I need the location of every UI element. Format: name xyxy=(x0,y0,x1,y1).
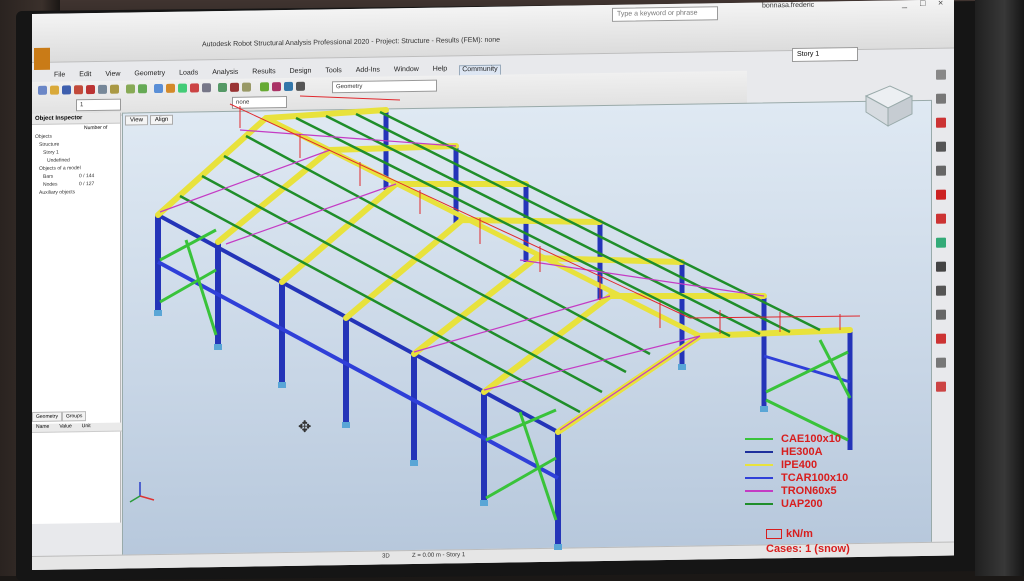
offset-icon[interactable] xyxy=(936,237,946,248)
print-icon[interactable] xyxy=(74,85,83,95)
beam-icon[interactable] xyxy=(936,189,946,200)
load-legend: kN/m Cases: 1 (snow) xyxy=(766,528,850,555)
layout-select[interactable]: Geometry xyxy=(332,79,437,94)
legend-swatch xyxy=(745,437,773,440)
window-title: Autodesk Robot Structural Analysis Profe… xyxy=(202,36,501,49)
load-arrows-icon xyxy=(766,529,782,540)
save-icon[interactable] xyxy=(62,85,71,95)
run-analysis-icon[interactable] xyxy=(154,83,163,94)
legend-row: UAP200 xyxy=(745,497,848,510)
pan-icon[interactable] xyxy=(178,83,187,93)
redo-icon[interactable] xyxy=(138,84,147,94)
inspector-title: Object Inspector xyxy=(32,112,120,125)
object-tree: Objects Structure Story 1 Undefined Obje… xyxy=(32,130,120,199)
grid-icon[interactable] xyxy=(202,83,211,93)
rotate-icon[interactable] xyxy=(190,83,199,93)
status-view: 3D xyxy=(382,553,390,560)
tree-item-label: Nodes xyxy=(43,181,58,188)
legend-label: IPE400 xyxy=(781,458,818,471)
legend-label: UAP200 xyxy=(781,497,823,510)
view-select[interactable]: none xyxy=(232,95,287,109)
maximize-button[interactable]: □ xyxy=(920,0,925,8)
properties-header: Name Value Unit xyxy=(32,422,124,433)
filter-icon[interactable] xyxy=(272,82,281,92)
search-input[interactable]: Type a keyword or phrase xyxy=(612,6,718,22)
tree-item[interactable]: Nodes 0 / 127 xyxy=(35,180,117,189)
legend-swatch xyxy=(745,450,773,453)
legend-swatch xyxy=(745,463,773,466)
zoom-icon[interactable] xyxy=(166,83,175,93)
legend-swatch xyxy=(745,476,773,479)
display-icon[interactable] xyxy=(260,82,269,92)
tree-item[interactable]: Auxiliary objects xyxy=(35,188,117,197)
minimize-button[interactable]: _ xyxy=(902,0,907,8)
tab-align[interactable]: Align xyxy=(149,114,174,126)
new-icon[interactable] xyxy=(38,85,47,95)
legend-label: TRON60x5 xyxy=(781,484,837,497)
background-right xyxy=(975,0,1024,576)
release-icon[interactable] xyxy=(936,213,946,224)
column-number: Number of xyxy=(84,124,108,132)
legend-swatch xyxy=(745,502,773,505)
legend-label: CAE100x10 xyxy=(781,432,841,445)
right-toolbar xyxy=(932,60,952,500)
undo-icon[interactable] xyxy=(126,84,135,94)
legend-row: HE300A xyxy=(745,445,848,458)
open-icon[interactable] xyxy=(50,85,59,95)
tab-geometry[interactable]: Geometry xyxy=(32,411,62,422)
table-icon[interactable] xyxy=(936,357,946,368)
layout-icon[interactable] xyxy=(296,81,305,91)
copy-icon[interactable] xyxy=(98,84,107,94)
viewport-tabs: View Align xyxy=(125,114,174,126)
section-icon[interactable] xyxy=(218,82,227,93)
legend-row: TRON60x5 xyxy=(745,484,848,497)
support-icon[interactable] xyxy=(936,117,946,128)
combination-icon[interactable] xyxy=(936,333,946,344)
legend-row: TCAR100x10 xyxy=(745,471,848,484)
legend-row: CAE100x10 xyxy=(745,432,848,445)
story-select[interactable]: Story 1 xyxy=(792,47,858,63)
col-unit: Unit xyxy=(81,423,91,430)
load-unit: kN/m xyxy=(786,528,813,540)
tree-item-label: Bars xyxy=(43,173,54,180)
tab-groups[interactable]: Groups xyxy=(61,411,87,422)
status-level: Z = 0.00 m - Story 1 xyxy=(412,552,466,560)
section-icon[interactable] xyxy=(936,165,946,176)
selection-input[interactable]: 1 xyxy=(76,98,121,112)
legend-swatch xyxy=(745,489,773,492)
tree-item-count: 0 / 127 xyxy=(79,181,95,188)
legend-icon[interactable] xyxy=(284,81,293,92)
cut-icon[interactable] xyxy=(86,85,95,95)
col-name: Name xyxy=(36,423,50,430)
load-icon[interactable] xyxy=(230,82,239,92)
paste-icon[interactable] xyxy=(110,84,119,94)
legend-row: IPE400 xyxy=(745,458,848,471)
close-button[interactable]: × xyxy=(938,0,943,8)
section-legend: CAE100x10 HE300A IPE400 TCAR100x10 TRON6… xyxy=(745,432,848,510)
object-inspector: Object Inspector Number of Objects Struc… xyxy=(32,112,124,525)
design-icon[interactable] xyxy=(936,381,946,392)
mesh-icon[interactable] xyxy=(936,309,946,320)
move-cursor-icon: ✥ xyxy=(298,419,312,436)
user-account[interactable]: bonnasa.frederic xyxy=(762,2,814,10)
panel-icon[interactable] xyxy=(936,141,946,152)
inspector-tabs: Geometry Groups xyxy=(32,411,120,422)
bar-icon[interactable] xyxy=(936,69,946,80)
legend-label: TCAR100x10 xyxy=(781,471,849,484)
load-cases: Cases: 1 (snow) xyxy=(766,543,850,555)
load-case-icon[interactable] xyxy=(936,285,946,296)
measure-icon[interactable] xyxy=(242,82,251,92)
tree-item-count: 0 / 144 xyxy=(79,173,95,180)
material-icon[interactable] xyxy=(936,261,946,272)
node-icon[interactable] xyxy=(936,93,946,104)
tab-view[interactable]: View xyxy=(125,115,148,126)
app-logo[interactable] xyxy=(34,47,50,70)
legend-label: HE300A xyxy=(781,445,823,458)
col-value: Value xyxy=(59,423,72,430)
